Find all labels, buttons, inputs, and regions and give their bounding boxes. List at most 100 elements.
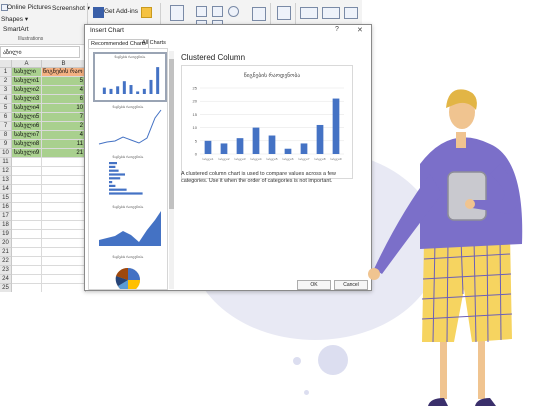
row-number[interactable]: 18 xyxy=(0,221,12,230)
cell-value[interactable]: 10 xyxy=(42,104,86,113)
cell-empty[interactable] xyxy=(12,275,42,284)
row-number[interactable]: 10 xyxy=(0,149,12,158)
cell-header-value[interactable]: წიგნების რაო xyxy=(42,68,86,77)
row-number[interactable]: 4 xyxy=(0,95,12,104)
cell-empty[interactable] xyxy=(42,221,86,230)
thumb-pie[interactable]: წიგნების რაოდენობა xyxy=(93,254,163,289)
cell-empty[interactable] xyxy=(12,176,42,185)
thumb-area[interactable]: წიგნების რაოდენობა xyxy=(93,204,163,250)
recommended-charts-icon[interactable] xyxy=(170,5,184,21)
cell-empty[interactable] xyxy=(12,167,42,176)
row-number[interactable]: 8 xyxy=(0,131,12,140)
row-number[interactable]: 6 xyxy=(0,113,12,122)
cell-empty[interactable] xyxy=(42,239,86,248)
row-number[interactable]: 19 xyxy=(0,230,12,239)
cell-empty[interactable] xyxy=(42,248,86,257)
row-number[interactable]: 23 xyxy=(0,266,12,275)
column-header-a[interactable]: A xyxy=(12,60,42,68)
cell-name[interactable]: სახელი8 xyxy=(12,140,42,149)
cell-name[interactable]: სახელი1 xyxy=(12,77,42,86)
cell-empty[interactable] xyxy=(42,167,86,176)
cell-name[interactable]: სახელი2 xyxy=(12,86,42,95)
row-number[interactable]: 3 xyxy=(0,86,12,95)
cell-name[interactable]: სახელი9 xyxy=(12,149,42,158)
cell-value[interactable]: 7 xyxy=(42,113,86,122)
cell-empty[interactable] xyxy=(42,185,86,194)
row-number[interactable]: 15 xyxy=(0,194,12,203)
thumb-line[interactable]: წიგნების რაოდენობა xyxy=(93,104,163,150)
row-number[interactable]: 1 xyxy=(0,68,12,77)
close-button[interactable]: ✕ xyxy=(357,26,363,34)
cell-empty[interactable] xyxy=(12,194,42,203)
get-addins-button[interactable]: Get Add-ins xyxy=(104,8,138,15)
cell-empty[interactable] xyxy=(12,284,42,292)
column-chart-icon[interactable] xyxy=(196,6,207,17)
cell-empty[interactable] xyxy=(12,239,42,248)
row-number[interactable]: 9 xyxy=(0,140,12,149)
sparkline-winloss-icon[interactable] xyxy=(344,7,358,19)
cell-empty[interactable] xyxy=(42,203,86,212)
sparkline-column-icon[interactable] xyxy=(322,7,340,19)
row-number[interactable]: 5 xyxy=(0,104,12,113)
cell-empty[interactable] xyxy=(12,266,42,275)
cell-empty[interactable] xyxy=(42,284,86,292)
screenshot-button[interactable]: Screenshot ▾ xyxy=(52,4,90,12)
help-button[interactable]: ? xyxy=(335,26,339,33)
shapes-button[interactable]: Shapes ▾ xyxy=(1,15,28,23)
row-number[interactable]: 17 xyxy=(0,212,12,221)
spreadsheet-grid[interactable]: A B 1 სახელი წიგნების რაო 2 სახელი1 5 3 სახელი2… xyxy=(0,60,86,292)
row-number[interactable]: 21 xyxy=(0,248,12,257)
corner-header[interactable] xyxy=(0,60,12,68)
cell-empty[interactable] xyxy=(42,230,86,239)
map-icon[interactable] xyxy=(277,6,291,20)
column-header-b[interactable]: B xyxy=(42,60,86,68)
cell-empty[interactable] xyxy=(12,257,42,266)
row-number[interactable]: 11 xyxy=(0,158,12,167)
cell-name[interactable]: სახელი4 xyxy=(12,104,42,113)
thumb-clustered-column[interactable]: წიგნების რაოდენობა xyxy=(93,52,167,102)
cell-value[interactable]: 4 xyxy=(42,131,86,140)
cell-header-name[interactable]: სახელი xyxy=(12,68,42,77)
cell-empty[interactable] xyxy=(42,176,86,185)
row-number[interactable]: 20 xyxy=(0,239,12,248)
line-chart-icon[interactable] xyxy=(212,6,223,17)
cell-value[interactable]: 11 xyxy=(42,140,86,149)
cell-empty[interactable] xyxy=(12,221,42,230)
addin-icon[interactable] xyxy=(141,7,152,18)
tab-all-charts[interactable]: All Charts xyxy=(140,39,168,47)
row-number[interactable]: 13 xyxy=(0,176,12,185)
cell-empty[interactable] xyxy=(12,185,42,194)
cell-value[interactable]: 6 xyxy=(42,95,86,104)
row-number[interactable]: 14 xyxy=(0,185,12,194)
row-number[interactable]: 7 xyxy=(0,122,12,131)
cell-name[interactable]: სახელი7 xyxy=(12,131,42,140)
row-number[interactable]: 12 xyxy=(0,167,12,176)
sparkline-line-icon[interactable] xyxy=(300,7,318,19)
cell-name[interactable]: სახელი5 xyxy=(12,113,42,122)
cell-value[interactable]: 4 xyxy=(42,86,86,95)
cell-value[interactable]: 5 xyxy=(42,77,86,86)
ok-button[interactable]: OK xyxy=(297,280,331,290)
cell-name[interactable]: სახელი6 xyxy=(12,122,42,131)
cell-empty[interactable] xyxy=(12,248,42,257)
name-box[interactable]: აზილი xyxy=(0,46,80,58)
cell-empty[interactable] xyxy=(12,158,42,167)
cell-value[interactable]: 2 xyxy=(42,122,86,131)
row-number[interactable]: 16 xyxy=(0,203,12,212)
cell-empty[interactable] xyxy=(42,158,86,167)
row-number[interactable]: 2 xyxy=(0,77,12,86)
cell-empty[interactable] xyxy=(12,212,42,221)
row-number[interactable]: 25 xyxy=(0,284,12,292)
online-pictures-button[interactable]: Online Pictures xyxy=(7,4,51,11)
cell-empty[interactable] xyxy=(12,230,42,239)
cell-value[interactable]: 21 xyxy=(42,149,86,158)
pie-chart-icon[interactable] xyxy=(228,6,239,17)
row-number[interactable]: 22 xyxy=(0,257,12,266)
smartart-button[interactable]: SmartArt xyxy=(3,26,29,33)
cell-empty[interactable] xyxy=(12,203,42,212)
scrollbar[interactable] xyxy=(169,51,174,289)
scrollbar-thumb[interactable] xyxy=(169,59,174,209)
cell-empty[interactable] xyxy=(42,194,86,203)
cell-empty[interactable] xyxy=(42,212,86,221)
cell-empty[interactable] xyxy=(42,275,86,284)
